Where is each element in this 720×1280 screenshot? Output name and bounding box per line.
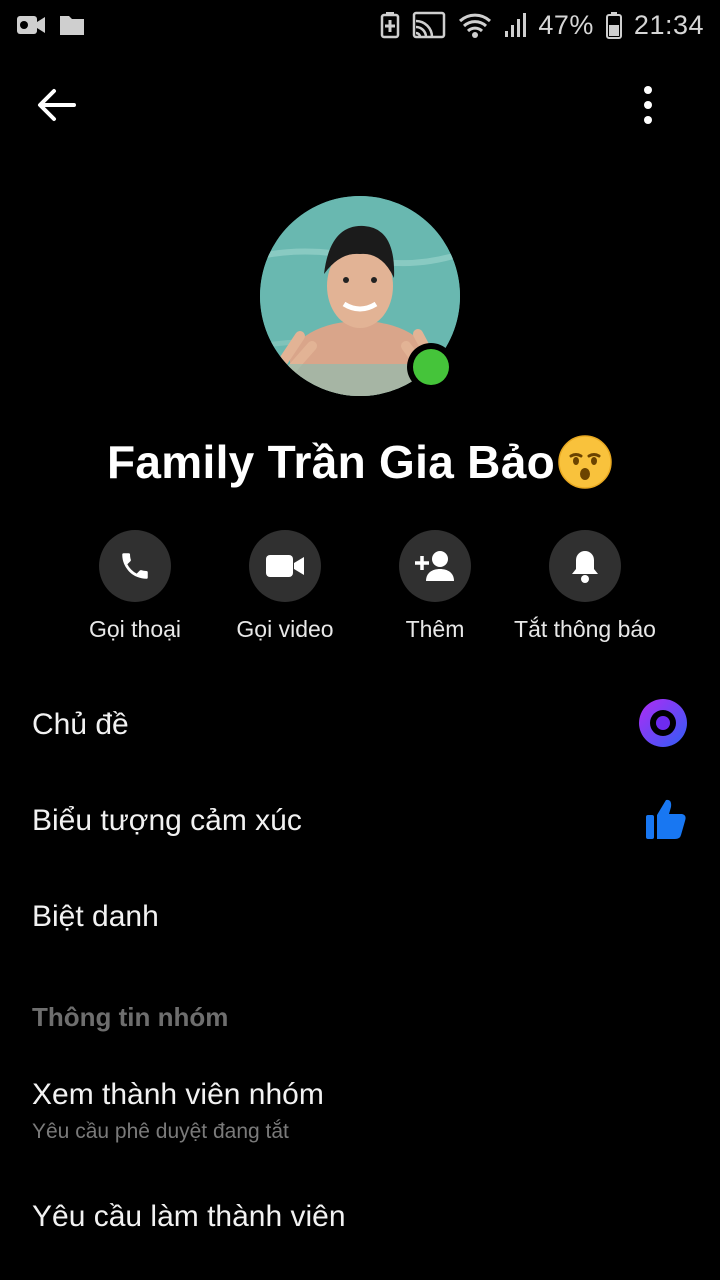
- battery-saver-icon: [380, 11, 400, 39]
- thumbs-up-icon: [644, 797, 688, 846]
- signal-icon: [504, 11, 527, 39]
- online-status-indicator: [407, 343, 455, 391]
- clock: 21:34: [633, 9, 704, 40]
- video-call-label: Gọi video: [236, 616, 334, 642]
- mute-notifications-button[interactable]: [549, 530, 621, 602]
- view-group-members[interactable]: Xem thành viên nhóm Yêu cầu phê duyệt đa…: [0, 1078, 720, 1158]
- membership-requests-label: Yêu cầu làm thành viên: [32, 1200, 346, 1233]
- video-call-button[interactable]: [249, 530, 321, 602]
- battery-icon: [605, 11, 622, 39]
- bell-icon: [572, 551, 598, 583]
- theme-color-icon: [638, 698, 688, 753]
- phone-icon: [122, 553, 148, 579]
- online-dot: [413, 349, 449, 385]
- mute-notifications-label: Tắt thông báo: [514, 616, 656, 642]
- wifi-icon: [458, 11, 492, 39]
- back-button[interactable]: [30, 82, 82, 128]
- video-recorder-icon: [16, 13, 46, 37]
- profile-name: Family Trần Gia Bảo: [107, 436, 555, 488]
- emoji-label: Biểu tượng cảm xúc: [32, 804, 302, 837]
- view-members-label: Xem thành viên nhóm: [32, 1078, 324, 1111]
- battery-percent: 47%: [538, 9, 594, 40]
- profile-avatar[interactable]: [260, 196, 460, 396]
- membership-requests[interactable]: Yêu cầu làm thành viên: [0, 1182, 720, 1252]
- theme-setting[interactable]: Chủ đề: [0, 690, 720, 760]
- profile-name-row: Family Trần Gia Bảo: [0, 430, 720, 494]
- more-options-button[interactable]: [622, 82, 674, 128]
- group-info-header: Thông tin nhóm: [32, 1002, 229, 1032]
- theme-label: Chủ đề: [32, 708, 129, 741]
- folder-icon: [58, 13, 86, 37]
- approval-status-text: Yêu cầu phê duyệt đang tắt: [32, 1120, 289, 1143]
- back-arrow-icon: [38, 89, 76, 121]
- add-person-icon: [415, 551, 454, 581]
- mute-notifications-action[interactable]: Tắt thông báo: [495, 530, 675, 643]
- quick-actions: Gọi thoại Gọi video Thêm Tắt thông báo: [0, 530, 720, 650]
- emoji-setting[interactable]: Biểu tượng cảm xúc: [0, 786, 720, 856]
- voice-call-label: Gọi thoại: [88, 616, 182, 642]
- add-member-button[interactable]: [399, 530, 471, 602]
- add-member-label: Thêm: [405, 616, 465, 642]
- more-vertical-icon: [644, 86, 652, 124]
- video-camera-icon: [266, 555, 304, 577]
- kissing-face-emoji-icon: [557, 434, 613, 490]
- nickname-label: Biệt danh: [32, 900, 159, 933]
- status-bar: 47% 21:34: [0, 0, 720, 50]
- voice-call-button[interactable]: [99, 530, 171, 602]
- cast-icon: [412, 11, 446, 39]
- nickname-setting[interactable]: Biệt danh: [0, 882, 720, 952]
- top-bar: [0, 70, 720, 140]
- conversation-settings-screen: 47% 21:34 Family Trần Gia Bảo Gọi thoại …: [0, 0, 720, 1280]
